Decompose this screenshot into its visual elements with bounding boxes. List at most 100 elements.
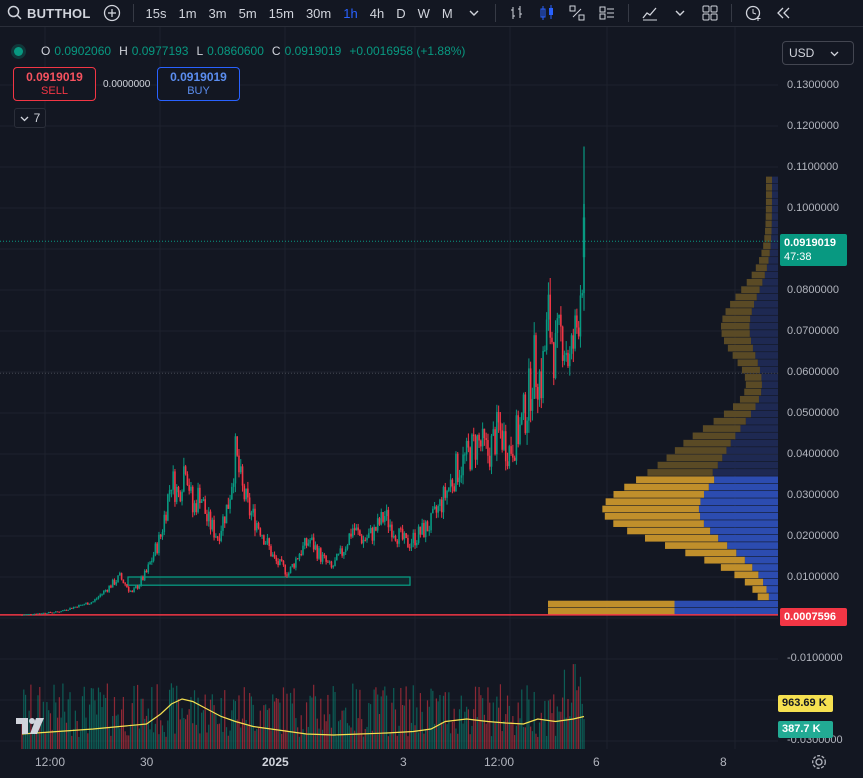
volume-bar <box>78 736 80 749</box>
interval-15m[interactable]: 15m <box>263 0 300 27</box>
candle-body <box>106 590 109 592</box>
candle-body <box>432 508 434 514</box>
compare-symbol-button[interactable] <box>97 0 127 27</box>
time-axis-label: 8 <box>720 755 727 769</box>
candles-style-button[interactable] <box>532 0 562 27</box>
candle-body <box>576 315 578 328</box>
volume-bar <box>113 697 116 749</box>
candle-body <box>197 487 199 513</box>
volume-profile-bar <box>718 534 778 542</box>
volume-profile-bar <box>759 257 769 264</box>
volume-bar <box>572 664 574 749</box>
candle-body <box>135 586 137 589</box>
candle-body <box>40 613 43 615</box>
candle-body <box>574 315 576 349</box>
interval-3m[interactable]: 3m <box>203 0 233 27</box>
candle-body <box>517 415 519 445</box>
interval-dropdown-button[interactable] <box>459 0 489 27</box>
candle-body <box>378 518 381 525</box>
volume-bar <box>505 714 507 749</box>
candle-body <box>168 490 171 495</box>
replay-button[interactable] <box>768 0 798 27</box>
volume-bar <box>385 695 388 749</box>
interval-1m[interactable]: 1m <box>172 0 202 27</box>
volume-bar <box>106 683 108 749</box>
indicators-dropdown-button[interactable] <box>665 0 695 27</box>
layout-button[interactable] <box>695 0 725 27</box>
candle-body <box>448 487 450 491</box>
volume-profile-bar <box>759 366 778 374</box>
candle-body <box>579 295 582 337</box>
volume-bar <box>320 698 322 749</box>
volume-bar <box>492 702 494 749</box>
candle-body <box>302 545 304 555</box>
indicators-icon <box>642 7 657 21</box>
interval-5m[interactable]: 5m <box>233 0 263 27</box>
volume-profile-bar <box>754 300 778 308</box>
volume-bar <box>530 726 532 749</box>
interval-4h[interactable]: 4h <box>364 0 390 27</box>
volume-bar <box>163 731 165 749</box>
volume-bar <box>236 719 238 749</box>
volume-bar <box>478 686 480 749</box>
volume-bar <box>297 727 299 749</box>
currency-select[interactable]: USD <box>782 41 854 65</box>
candle-body <box>330 561 333 568</box>
interval-w[interactable]: W <box>412 0 436 27</box>
volume-bar <box>412 685 414 749</box>
volume-bar <box>192 723 194 749</box>
interval-15s[interactable]: 15s <box>140 0 173 27</box>
candle-body <box>375 527 377 531</box>
volume-bar <box>501 731 503 749</box>
interval-30m[interactable]: 30m <box>300 0 337 27</box>
candle-body <box>435 506 438 513</box>
indicators-button[interactable] <box>635 0 665 27</box>
volume-bar <box>583 719 585 749</box>
candle-body <box>156 543 158 554</box>
candle-body <box>487 440 489 456</box>
volume-bar <box>538 722 541 749</box>
indicators-collapse-toggle[interactable]: 7 <box>14 108 46 128</box>
time-axis-label: 3 <box>400 755 407 769</box>
volume-bar <box>69 692 71 749</box>
chart-settings-button[interactable] <box>811 754 827 775</box>
bar-style-button[interactable] <box>502 0 532 27</box>
volume-bar <box>348 725 350 749</box>
symbol-search-button[interactable]: BUTTHOL <box>0 0 97 27</box>
volume-profile-bar <box>771 205 778 213</box>
alert-button[interactable] <box>738 0 768 27</box>
volume-bar <box>414 725 416 749</box>
volume-bar <box>556 706 558 749</box>
sell-button[interactable]: 0.0919019 SELL <box>13 67 96 101</box>
interval-d[interactable]: D <box>390 0 411 27</box>
candle-body <box>179 492 182 502</box>
volume-bar <box>474 686 477 749</box>
candle-body <box>174 471 176 502</box>
candle-body <box>186 474 189 486</box>
candle-body <box>248 497 251 516</box>
volume-profile-bar <box>770 242 778 250</box>
volume-bar <box>234 701 237 749</box>
candle-body <box>387 509 390 528</box>
interval-1h[interactable]: 1h <box>337 0 363 27</box>
candle-body <box>225 504 228 524</box>
columns-style-button[interactable] <box>592 0 622 27</box>
volume-bar <box>345 707 347 749</box>
volume-bar <box>380 696 382 749</box>
volume-bar <box>208 724 210 749</box>
line-style-button[interactable] <box>562 0 592 27</box>
interval-m[interactable]: M <box>436 0 459 27</box>
volume-bar <box>286 693 288 749</box>
volume-profile-bar <box>739 395 759 403</box>
candle-body <box>284 564 287 575</box>
volume-profile-bar <box>714 476 778 484</box>
volume-profile-bar <box>712 469 778 476</box>
price-chart[interactable] <box>0 27 863 778</box>
volume-bar <box>129 724 132 749</box>
tradingview-logo[interactable] <box>16 716 46 741</box>
candle-body <box>49 611 52 613</box>
search-icon <box>7 5 22 20</box>
buy-button[interactable]: 0.0919019 BUY <box>157 67 240 101</box>
volume-bar <box>482 698 484 749</box>
candle-body <box>401 528 404 540</box>
